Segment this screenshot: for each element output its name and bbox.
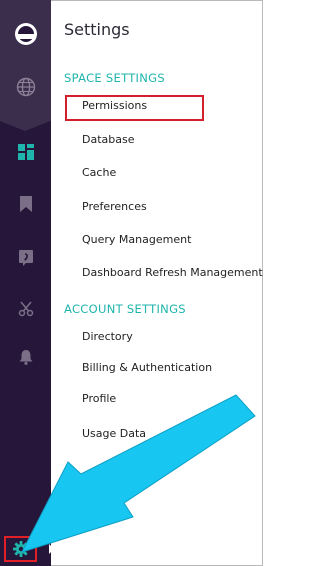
menu-item-usage-data[interactable]: Usage Data xyxy=(82,427,146,440)
bookmark-icon[interactable] xyxy=(0,189,51,219)
logo-icon[interactable] xyxy=(0,19,51,49)
menu-item-query-management[interactable]: Query Management xyxy=(82,233,191,246)
menu-item-cache[interactable]: Cache xyxy=(82,166,116,179)
scissors-icon[interactable] xyxy=(0,294,51,324)
dashboard-icon[interactable] xyxy=(0,137,51,167)
menu-item-permissions[interactable]: Permissions xyxy=(82,99,147,112)
page-title: Settings xyxy=(64,20,130,39)
settings-button[interactable] xyxy=(4,536,37,562)
section-account-settings: ACCOUNT SETTINGS xyxy=(64,302,186,316)
menu-item-preferences[interactable]: Preferences xyxy=(82,200,147,213)
menu-item-directory[interactable]: Directory xyxy=(82,330,133,343)
bell-icon[interactable] xyxy=(0,342,51,372)
comment-icon[interactable] xyxy=(0,243,51,273)
menu-item-database[interactable]: Database xyxy=(82,133,135,146)
globe-icon[interactable] xyxy=(0,72,51,102)
nav-rail xyxy=(0,0,51,566)
menu-item-dashboard-refresh-management[interactable]: Dashboard Refresh Management xyxy=(82,266,263,279)
menu-item-billing-authentication[interactable]: Billing & Authentication xyxy=(82,361,212,374)
section-space-settings: SPACE SETTINGS xyxy=(64,71,165,85)
menu-item-profile[interactable]: Profile xyxy=(82,392,116,405)
gear-icon xyxy=(12,541,29,557)
active-indicator xyxy=(49,544,54,554)
